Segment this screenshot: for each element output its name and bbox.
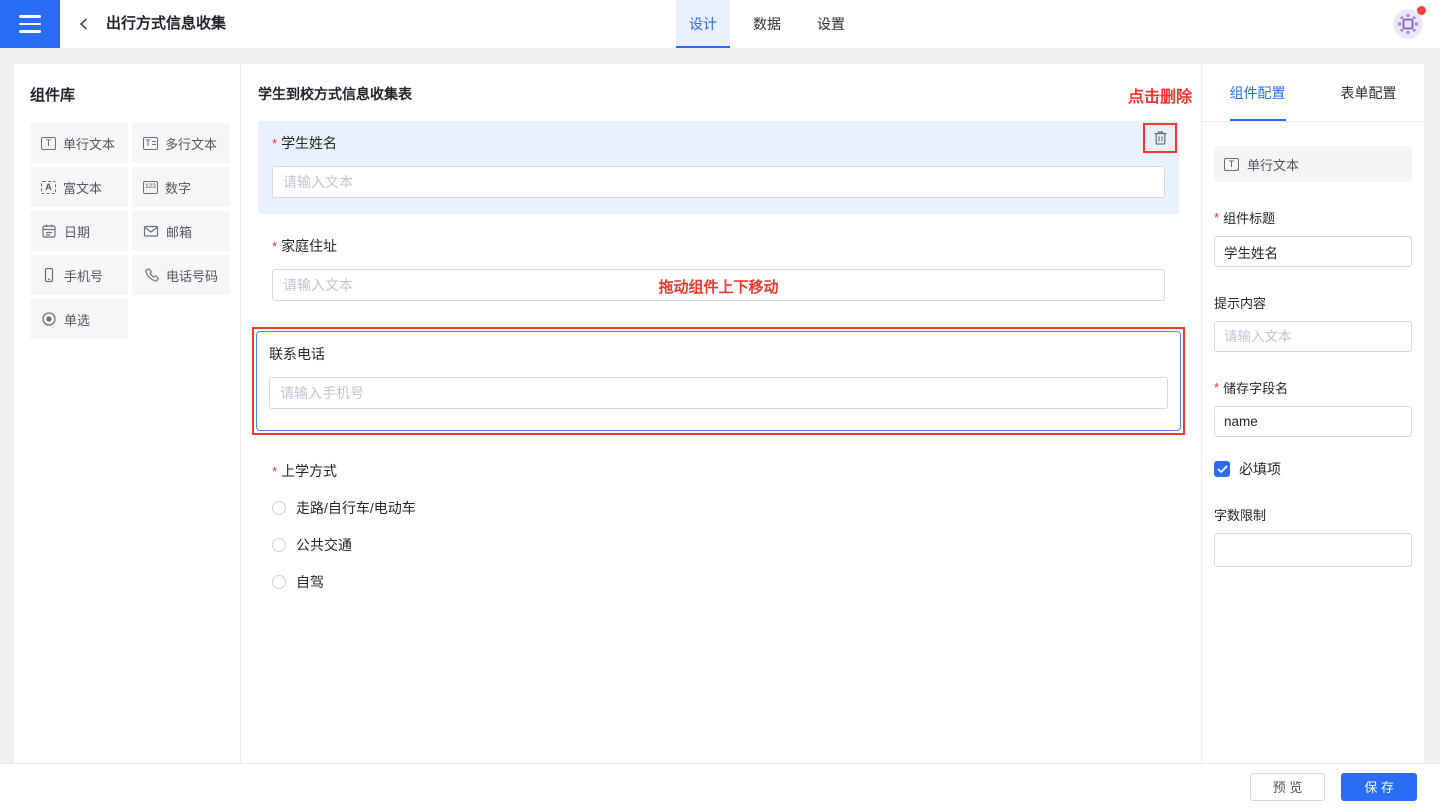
main-content: 组件库 T 单行文本 T 多行文本 A 富文本 123 数字 日期 邮箱 手机号… bbox=[14, 64, 1424, 763]
required-asterisk: * bbox=[1214, 210, 1220, 225]
form-title: 学生到校方式信息收集表 bbox=[258, 86, 412, 102]
char-limit-label: 字数限制 bbox=[1214, 508, 1267, 523]
tab-form-config[interactable]: 表单配置 bbox=[1313, 64, 1424, 121]
lib-item-label: 日期 bbox=[64, 224, 91, 240]
rich-text-icon: A bbox=[41, 180, 56, 194]
component-type-chip: T 单行文本 bbox=[1214, 146, 1412, 182]
field-label: * 学生姓名 bbox=[272, 135, 338, 151]
drag-highlight-box: 联系电话 bbox=[252, 327, 1185, 435]
tab-settings[interactable]: 设置 bbox=[804, 0, 858, 48]
lib-item-label: 富文本 bbox=[63, 180, 103, 196]
mobile-phone-icon bbox=[44, 267, 54, 283]
notification-dot bbox=[1417, 6, 1426, 15]
lib-item-date[interactable]: 日期 bbox=[30, 211, 128, 251]
header-tabs: 设计 数据 设置 bbox=[676, 0, 868, 48]
radio-button-icon[interactable] bbox=[272, 538, 286, 552]
field-name-label: * 储存字段名 bbox=[1214, 380, 1289, 396]
trash-icon bbox=[1154, 131, 1166, 145]
required-checkbox-row[interactable]: 必填项 bbox=[1214, 459, 1412, 479]
multi-line-text-icon: T bbox=[143, 136, 158, 150]
required-asterisk: * bbox=[1214, 380, 1220, 395]
required-checkbox-label: 必填项 bbox=[1239, 461, 1281, 477]
delete-annotation: 点击删除 bbox=[1127, 89, 1192, 106]
component-title-input[interactable] bbox=[1214, 236, 1412, 267]
radio-button-icon[interactable] bbox=[272, 501, 286, 515]
lib-item-label: 电话号码 bbox=[166, 268, 219, 284]
library-title: 组件库 bbox=[30, 87, 76, 104]
field-label: * 家庭住址 bbox=[272, 238, 338, 254]
lib-item-mobile[interactable]: 手机号 bbox=[30, 255, 128, 295]
delete-field-button[interactable] bbox=[1143, 123, 1177, 153]
calendar-icon bbox=[42, 224, 56, 238]
avatar[interactable] bbox=[1392, 6, 1426, 40]
lib-item-label: 数字 bbox=[165, 180, 192, 196]
single-line-text-icon: T bbox=[41, 136, 56, 150]
form-field-home-address[interactable]: * 家庭住址 拖动组件上下移动 bbox=[258, 224, 1179, 317]
radio-icon bbox=[42, 312, 56, 326]
component-library-panel: 组件库 T 单行文本 T 多行文本 A 富文本 123 数字 日期 邮箱 手机号… bbox=[14, 64, 241, 763]
lib-item-label: 多行文本 bbox=[165, 136, 218, 152]
drag-annotation: 拖动组件上下移动 bbox=[658, 279, 779, 296]
save-button[interactable]: 保 存 bbox=[1341, 772, 1417, 801]
telephone-icon bbox=[145, 268, 159, 282]
radio-button-icon[interactable] bbox=[272, 575, 286, 589]
form-field-student-name[interactable]: * 学生姓名 bbox=[258, 121, 1179, 214]
radio-option-public-transport[interactable]: 公共交通 bbox=[272, 535, 1165, 555]
field-label: 联系电话 bbox=[269, 346, 325, 362]
chevron-left-icon bbox=[79, 18, 88, 30]
student-name-input[interactable] bbox=[272, 166, 1165, 198]
hint-content-label: 提示内容 bbox=[1214, 296, 1267, 311]
tab-component-config[interactable]: 组件配置 bbox=[1202, 64, 1313, 121]
lib-item-number[interactable]: 123 数字 bbox=[132, 167, 230, 207]
lib-item-multi-line-text[interactable]: T 多行文本 bbox=[132, 123, 230, 163]
number-icon: 123 bbox=[143, 180, 158, 194]
form-canvas: 点击删除 学生到校方式信息收集表 * 学生姓名 * bbox=[241, 64, 1202, 763]
required-asterisk: * bbox=[272, 238, 278, 254]
component-title-label: * 组件标题 bbox=[1214, 210, 1276, 226]
radio-option-self-drive[interactable]: 自驾 bbox=[272, 572, 1165, 592]
required-asterisk: * bbox=[272, 135, 278, 151]
tab-data[interactable]: 数据 bbox=[740, 0, 794, 48]
top-bar: 出行方式信息收集 设计 数据 设置 bbox=[0, 0, 1440, 48]
lib-item-rich-text[interactable]: A 富文本 bbox=[30, 167, 128, 207]
lib-item-radio[interactable]: 单选 bbox=[30, 299, 128, 339]
contact-phone-input[interactable] bbox=[269, 377, 1168, 409]
char-limit-input[interactable] bbox=[1214, 533, 1412, 567]
tab-design[interactable]: 设计 bbox=[676, 0, 730, 48]
page-title: 出行方式信息收集 bbox=[106, 15, 227, 32]
single-line-text-icon: T bbox=[1224, 157, 1239, 171]
radio-option-walk-bike[interactable]: 走路/自行车/电动车 bbox=[272, 498, 1165, 518]
lib-item-label: 手机号 bbox=[64, 268, 104, 284]
radio-group: 走路/自行车/电动车 公共交通 自驾 bbox=[272, 498, 1165, 592]
lib-item-label: 单选 bbox=[64, 312, 91, 328]
hamburger-menu-button[interactable] bbox=[0, 0, 60, 48]
form-field-commute-mode[interactable]: * 上学方式 走路/自行车/电动车 公共交通 自驾 bbox=[258, 449, 1179, 608]
back-button[interactable] bbox=[72, 12, 96, 36]
field-name-input[interactable] bbox=[1214, 406, 1412, 437]
lib-item-email[interactable]: 邮箱 bbox=[132, 211, 230, 251]
lib-item-single-line-text[interactable]: T 单行文本 bbox=[30, 123, 128, 163]
required-asterisk: * bbox=[272, 463, 278, 479]
checkbox-checked-icon[interactable] bbox=[1214, 461, 1230, 477]
form-field-contact-phone[interactable]: 联系电话 bbox=[256, 331, 1181, 431]
footer-bar: 预 览 保 存 bbox=[0, 763, 1440, 809]
inspector-body: T 单行文本 * 组件标题 提示内容 * 储存字段名 bbox=[1202, 122, 1424, 567]
lib-item-label: 邮箱 bbox=[166, 224, 193, 240]
lib-item-label: 单行文本 bbox=[63, 136, 116, 152]
inspector-tabs: 组件配置 表单配置 bbox=[1202, 64, 1424, 122]
hint-content-input[interactable] bbox=[1214, 321, 1412, 352]
envelope-icon bbox=[143, 225, 159, 237]
field-label: * 上学方式 bbox=[272, 463, 338, 479]
inspector-panel: 组件配置 表单配置 T 单行文本 * 组件标题 提示内容 * 储存字段名 bbox=[1202, 64, 1424, 763]
lib-item-telephone[interactable]: 电话号码 bbox=[132, 255, 230, 295]
preview-button[interactable]: 预 览 bbox=[1249, 772, 1326, 801]
library-grid: T 单行文本 T 多行文本 A 富文本 123 数字 日期 邮箱 手机号 电话号… bbox=[30, 123, 230, 339]
